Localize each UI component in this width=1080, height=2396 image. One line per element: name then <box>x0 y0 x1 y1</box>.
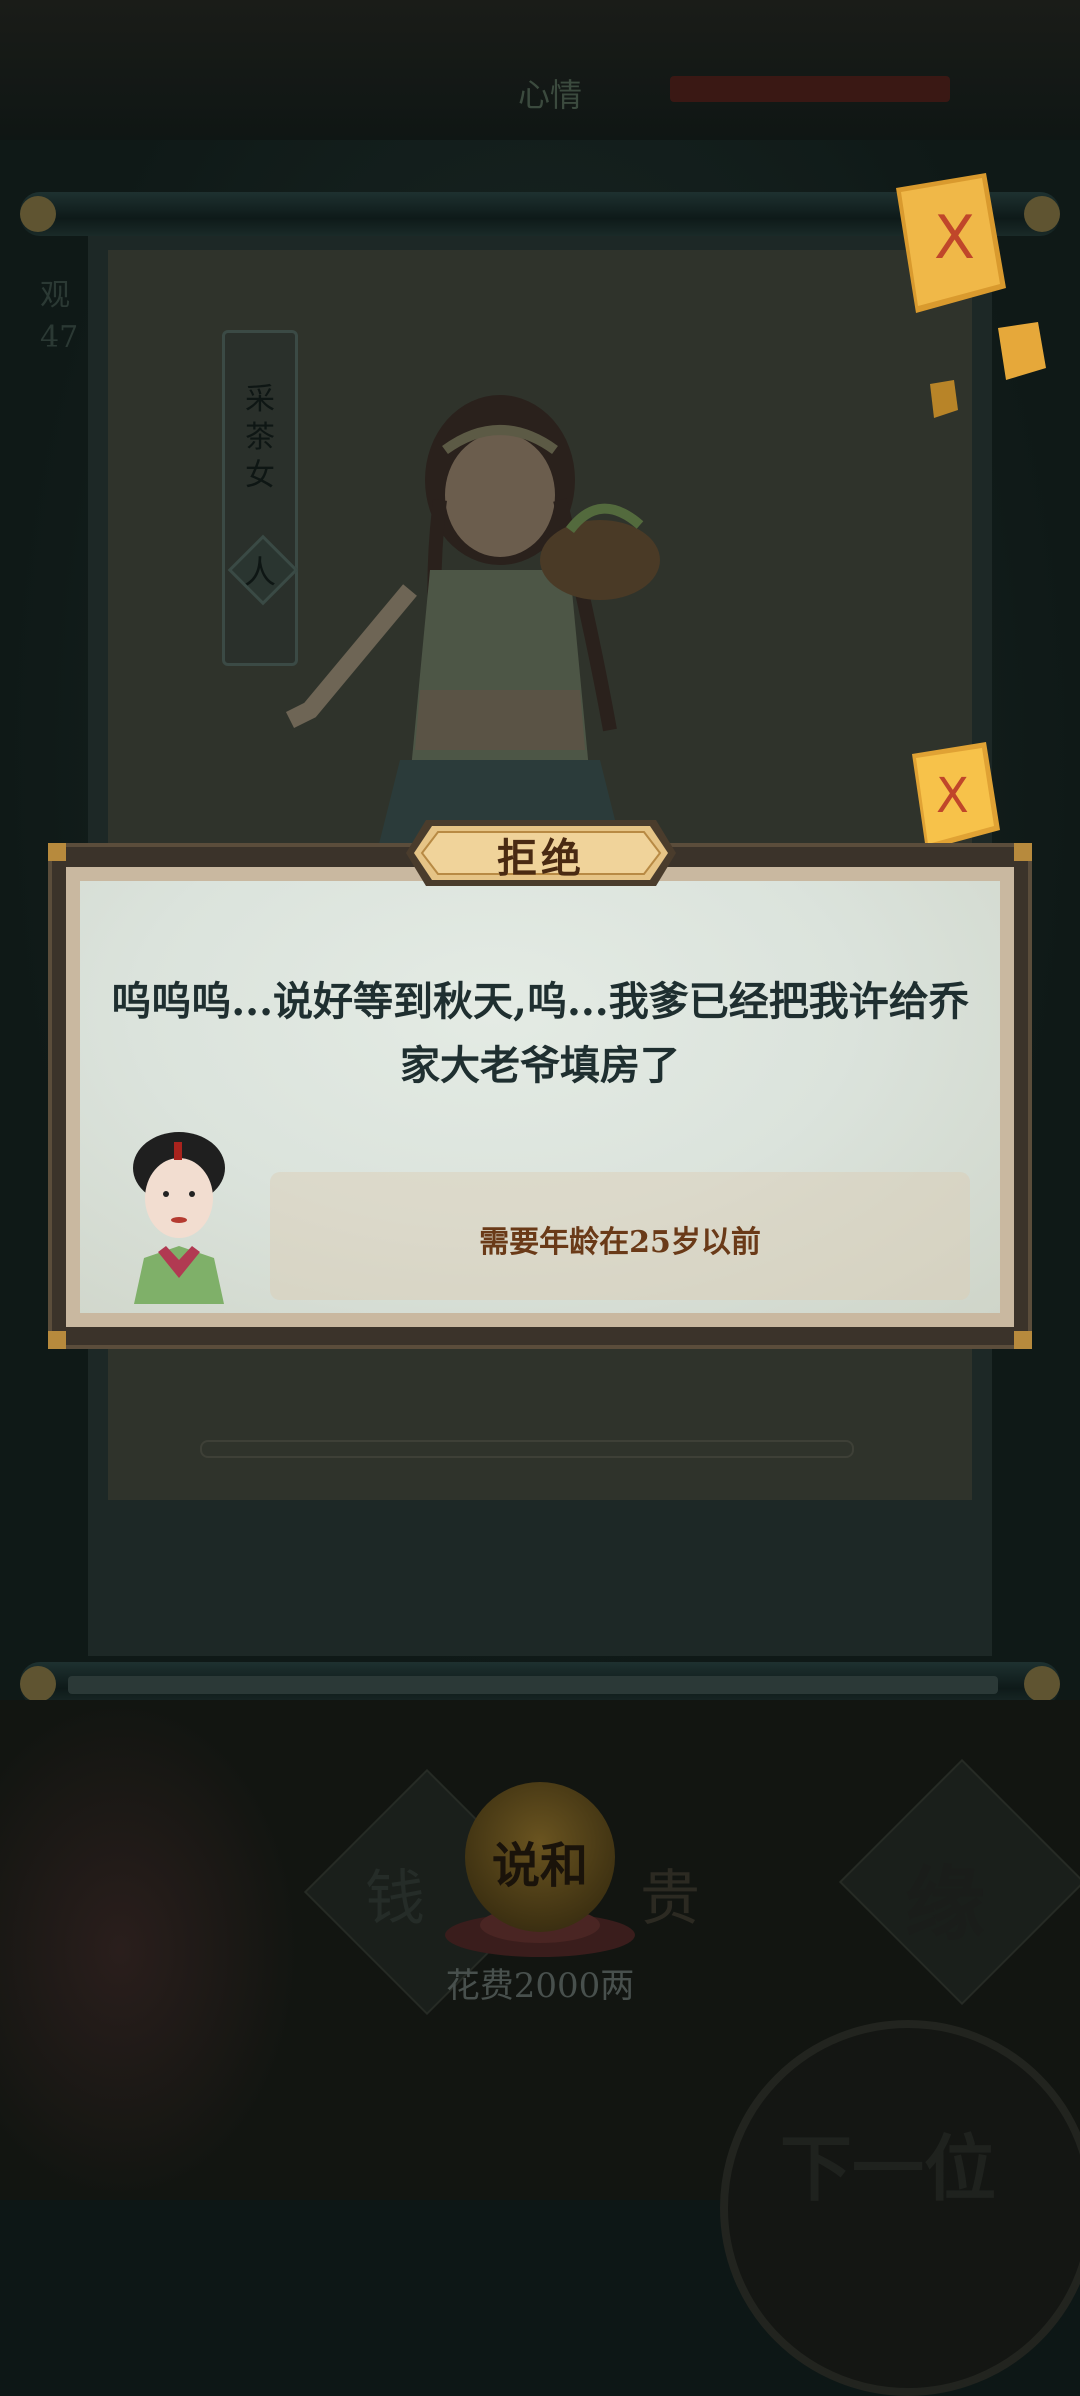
top-bar: 心情 <box>0 0 1080 140</box>
bottom-left-figure <box>0 1700 300 2200</box>
next-person-label: 下一位 <box>780 2126 997 2211</box>
dialog-corner <box>1014 1331 1032 1349</box>
lantern-icon: X <box>896 173 1006 313</box>
dialog-corner <box>48 843 66 861</box>
dialog-title: 拒绝 <box>497 835 585 882</box>
mediate-button-label: 说和 <box>491 1838 588 1894</box>
lantern-icon <box>930 380 958 418</box>
mid-glyph: 贵 <box>640 1864 700 1934</box>
dialog-corner <box>48 1331 66 1349</box>
money-button-label: 钱 <box>365 1864 425 1934</box>
rod-cap-right <box>1024 196 1060 232</box>
rod-cap-right <box>1024 1666 1060 1702</box>
lantern-icon <box>998 322 1046 380</box>
progress-track <box>68 1676 998 1694</box>
lantern-icon: X <box>912 742 1000 850</box>
top-bar-title: 心情 <box>517 76 582 114</box>
svg-text:X: X <box>934 203 975 273</box>
dialog-corner <box>1014 843 1032 861</box>
rod-cap-left <box>20 1666 56 1702</box>
matchmaker-avatar <box>133 1132 225 1304</box>
fate-button-label: 缘 <box>905 1857 985 1951</box>
portrait-ribbon <box>200 1440 854 1458</box>
rod-cap-left <box>20 196 56 232</box>
mood-bar <box>670 76 950 102</box>
background-side-text: 观 47 <box>40 278 79 355</box>
requirement-text: 需要年龄在25岁以前 <box>479 1225 761 1260</box>
dialog-message: 呜呜呜...说好等到秋天,呜...我爹已经把我许给乔家大老爷填房了 <box>111 978 969 1089</box>
mediate-cost: 花费2000两 <box>445 1966 635 2006</box>
svg-text:X: X <box>936 768 969 824</box>
